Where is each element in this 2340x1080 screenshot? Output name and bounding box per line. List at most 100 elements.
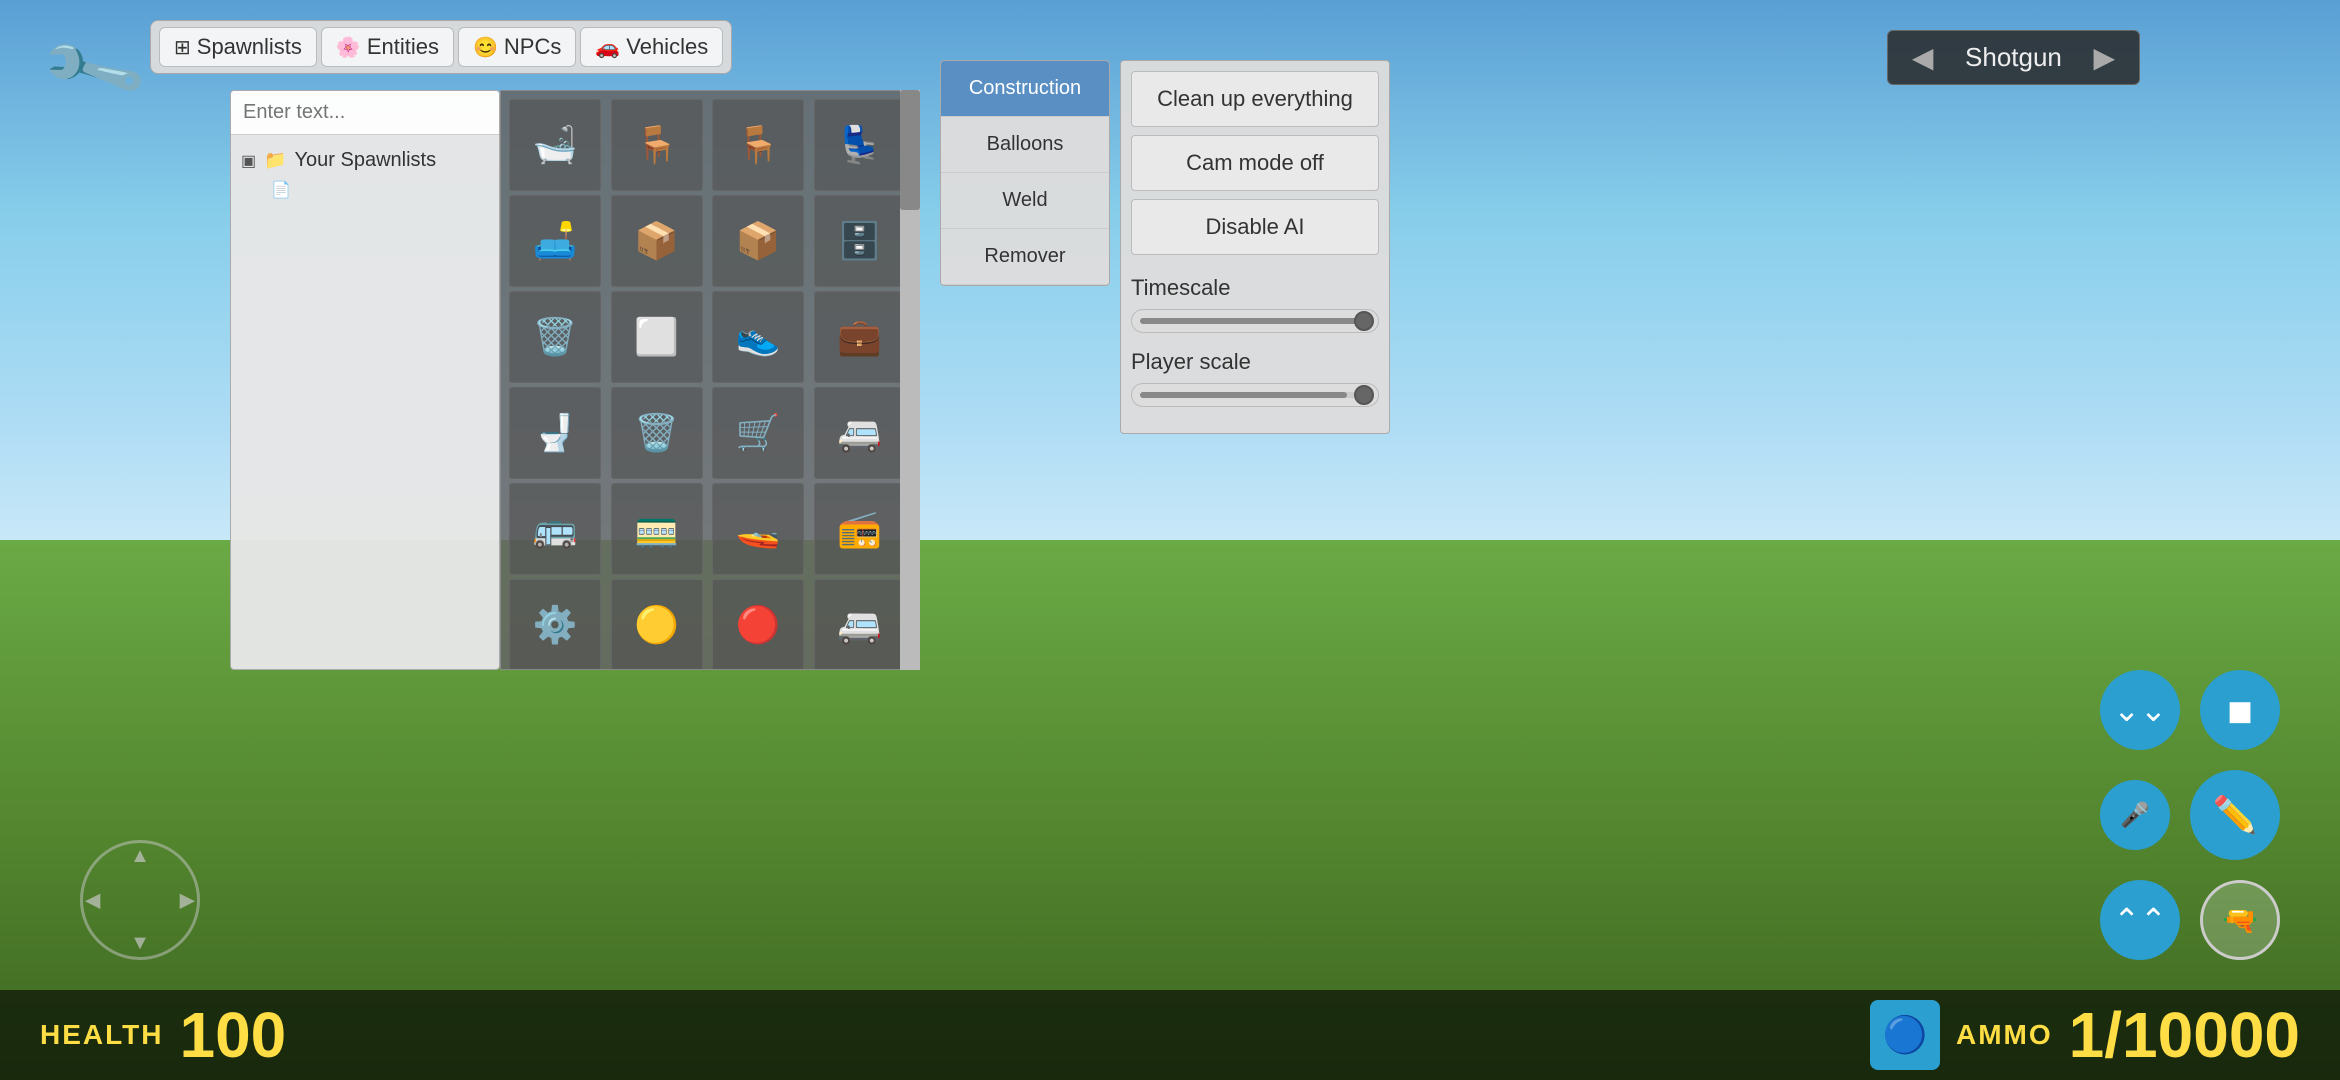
item-cell-24[interactable]: 🚐: [814, 579, 906, 670]
ui-overlay: 🔧 ⊞ Spawnlists 🌸 Entities 😊 NPCs 🚗 Vehic…: [0, 0, 2340, 1080]
player-scale-slider[interactable]: [1131, 383, 1379, 407]
joystick-left: ◀: [85, 888, 100, 913]
timescale-slider[interactable]: [1131, 309, 1379, 333]
scrollbar-thumb[interactable]: [900, 90, 920, 210]
item-cell-3[interactable]: 🪑: [712, 99, 804, 191]
npcs-icon: 😊: [473, 35, 498, 60]
tree-view: ▣ 📁 Your Spawnlists 📄: [231, 135, 499, 214]
player-scale-knob[interactable]: [1354, 385, 1374, 405]
tab-vehicles-label: Vehicles: [626, 34, 708, 60]
remover-btn[interactable]: Remover: [941, 229, 1109, 285]
item-cell-7[interactable]: 📦: [712, 195, 804, 287]
health-label: HEALTH: [40, 1019, 163, 1051]
joystick-up: ▲: [130, 845, 150, 868]
tab-spawnlists[interactable]: ⊞ Spawnlists: [159, 27, 317, 67]
ammo-display: 🔵 AMMO 1/10000: [1870, 998, 2300, 1072]
timescale-section: Timescale: [1131, 275, 1379, 333]
weapon-next-arrow[interactable]: ▶: [2093, 41, 2115, 74]
items-grid: 🛁🪑🪑💺🛋️📦📦🗄️🗑️⬜👟💼🚽🗑️🛒🚐🚌🚃🚤📻⚙️🟡🔴🚐: [500, 90, 920, 670]
health-display: HEALTH 100: [40, 1003, 286, 1067]
ammo-icon: 🔵: [1870, 1000, 1940, 1070]
action-buttons: ⌄⌄ ◼ 🎤 ✏️ ⌃⌃ 🔫: [2100, 670, 2280, 960]
tree-root-label: Your Spawnlists: [295, 149, 437, 172]
item-cell-16[interactable]: 🚐: [814, 387, 906, 479]
joystick[interactable]: ▲ ▼ ◀ ▶: [80, 840, 200, 960]
construction-panel: Construction Balloons Weld Remover: [940, 60, 1110, 286]
joystick-ring[interactable]: ▲ ▼ ◀ ▶: [80, 840, 200, 960]
spawnlist-panel: ▣ 📁 Your Spawnlists 📄: [230, 90, 500, 670]
timescale-label: Timescale: [1131, 275, 1379, 301]
toolbar: ⊞ Spawnlists 🌸 Entities 😊 NPCs 🚗 Vehicle…: [150, 20, 732, 74]
stop-button[interactable]: ◼: [2200, 670, 2280, 750]
vehicles-icon: 🚗: [595, 35, 620, 60]
tab-npcs-label: NPCs: [504, 34, 561, 60]
health-value: 100: [179, 1003, 286, 1067]
item-cell-20[interactable]: 📻: [814, 483, 906, 575]
wrench-icon: 🔧: [35, 14, 151, 129]
timescale-fill: [1140, 318, 1359, 324]
ammo-label: AMMO: [1956, 1019, 2053, 1051]
player-scale-section: Player scale: [1131, 349, 1379, 407]
entities-icon: 🌸: [336, 35, 361, 60]
tree-child-item[interactable]: 📄: [271, 176, 489, 204]
item-cell-18[interactable]: 🚃: [611, 483, 703, 575]
item-cell-19[interactable]: 🚤: [712, 483, 804, 575]
player-scale-label: Player scale: [1131, 349, 1379, 375]
joystick-down: ▼: [130, 932, 150, 955]
clean-up-btn[interactable]: Clean up everything: [1131, 71, 1379, 127]
item-cell-23[interactable]: 🔴: [712, 579, 804, 670]
item-cell-15[interactable]: 🛒: [712, 387, 804, 479]
balloons-btn[interactable]: Balloons: [941, 117, 1109, 173]
item-cell-9[interactable]: 🗑️: [509, 291, 601, 383]
item-cell-4[interactable]: 💺: [814, 99, 906, 191]
chevron-up-button[interactable]: ⌃⌃: [2100, 880, 2180, 960]
cam-mode-btn[interactable]: Cam mode off: [1131, 135, 1379, 191]
tab-vehicles[interactable]: 🚗 Vehicles: [580, 27, 723, 67]
player-scale-track: [1140, 392, 1370, 398]
weapon-prev-arrow[interactable]: ◀: [1912, 41, 1934, 74]
utilities-panel: Clean up everything Cam mode off Disable…: [1120, 60, 1390, 434]
item-cell-13[interactable]: 🚽: [509, 387, 601, 479]
action-row-top: ⌄⌄ ◼: [2100, 670, 2280, 750]
doc-icon: 📄: [271, 180, 291, 200]
tab-spawnlists-label: Spawnlists: [197, 34, 302, 60]
item-cell-5[interactable]: 🛋️: [509, 195, 601, 287]
item-cell-6[interactable]: 📦: [611, 195, 703, 287]
ammo-value: 1/10000: [2069, 998, 2300, 1072]
action-row-bottom: ⌃⌃ 🔫: [2100, 880, 2280, 960]
pencil-button[interactable]: ✏️: [2190, 770, 2280, 860]
spawnlists-icon: ⊞: [174, 35, 191, 60]
gun-button[interactable]: 🔫: [2200, 880, 2280, 960]
item-cell-17[interactable]: 🚌: [509, 483, 601, 575]
item-cell-2[interactable]: 🪑: [611, 99, 703, 191]
action-row-mid: 🎤 ✏️: [2100, 770, 2280, 860]
tree-root-item[interactable]: ▣ 📁 Your Spawnlists: [241, 145, 489, 176]
disable-ai-btn[interactable]: Disable AI: [1131, 199, 1379, 255]
joystick-right: ▶: [180, 888, 195, 913]
construction-btn[interactable]: Construction: [941, 61, 1109, 117]
item-cell-14[interactable]: 🗑️: [611, 387, 703, 479]
folder-icon: 📁: [264, 150, 286, 171]
item-cell-10[interactable]: ⬜: [611, 291, 703, 383]
chevron-down-button[interactable]: ⌄⌄: [2100, 670, 2180, 750]
search-input[interactable]: [231, 91, 499, 135]
mic-button[interactable]: 🎤: [2100, 780, 2170, 850]
player-scale-fill: [1140, 392, 1347, 398]
tab-entities-label: Entities: [367, 34, 439, 60]
toggle-icon: ▣: [241, 151, 256, 171]
item-cell-22[interactable]: 🟡: [611, 579, 703, 670]
timescale-track: [1140, 318, 1370, 324]
hud-bar: HEALTH 100 🔵 AMMO 1/10000: [0, 990, 2340, 1080]
item-cell-11[interactable]: 👟: [712, 291, 804, 383]
item-cell-12[interactable]: 💼: [814, 291, 906, 383]
tab-entities[interactable]: 🌸 Entities: [321, 27, 454, 67]
item-cell-21[interactable]: ⚙️: [509, 579, 601, 670]
weapon-display: ◀ Shotgun ▶: [1887, 30, 2140, 85]
timescale-knob[interactable]: [1354, 311, 1374, 331]
scrollbar[interactable]: [900, 90, 920, 670]
weapon-name: Shotgun: [1953, 42, 2073, 73]
tab-npcs[interactable]: 😊 NPCs: [458, 27, 576, 67]
item-cell-1[interactable]: 🛁: [509, 99, 601, 191]
weld-btn[interactable]: Weld: [941, 173, 1109, 229]
item-cell-8[interactable]: 🗄️: [814, 195, 906, 287]
